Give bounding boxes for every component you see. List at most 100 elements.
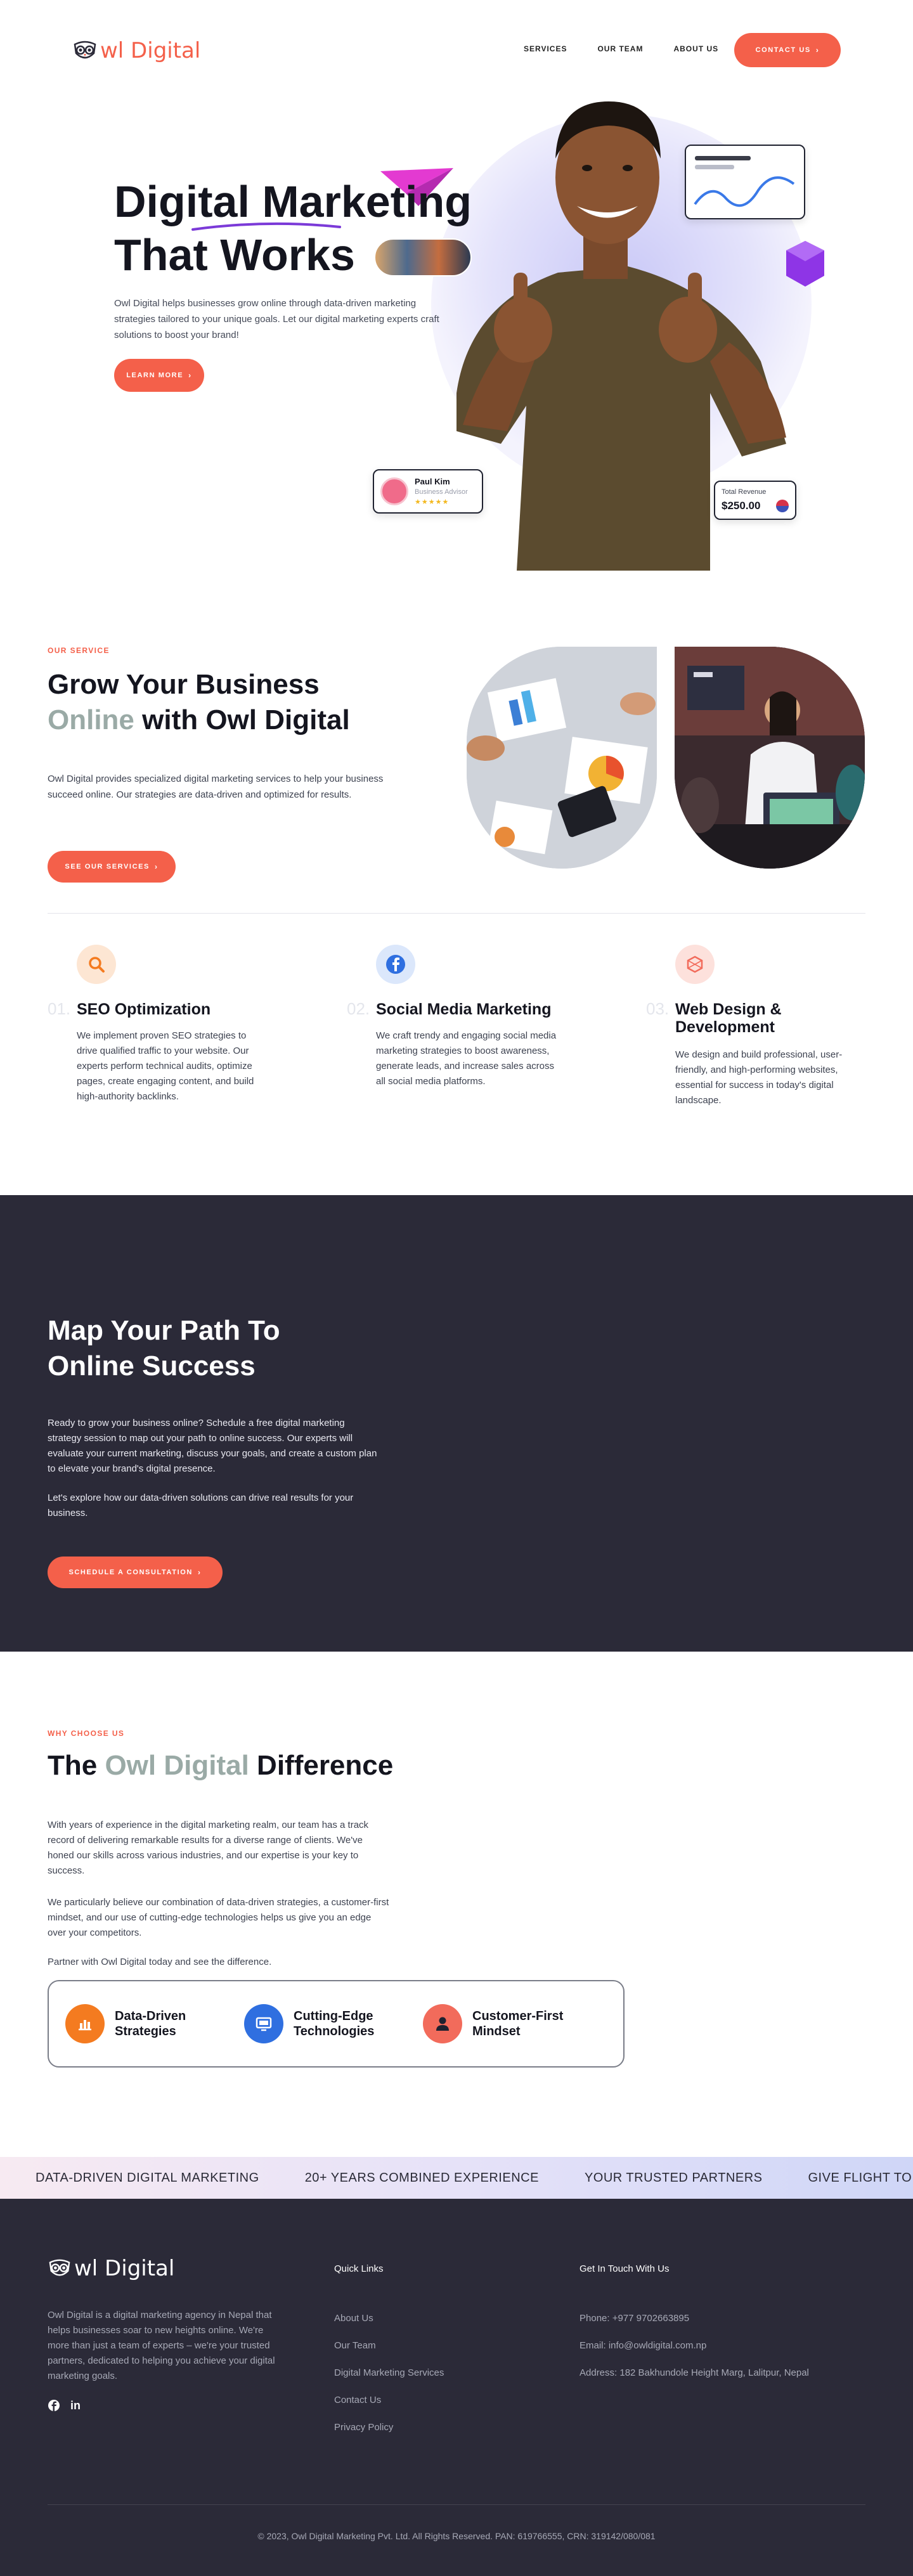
revenue-value: $250.00 <box>722 500 761 512</box>
ticker-item: DATA-DRIVEN DIGITAL MARKETING <box>36 2170 259 2185</box>
feature-label: Cutting-Edge Technologies <box>294 2009 375 2038</box>
footer-link-privacy[interactable]: Privacy Policy <box>334 2422 444 2433</box>
footer-social: in <box>48 2399 81 2412</box>
presentation-photo <box>675 647 865 869</box>
footer-link-services[interactable]: Digital Marketing Services <box>334 2367 444 2378</box>
advisor-role: Business Advisor <box>415 488 468 496</box>
team-photo-pill <box>374 238 472 276</box>
contact-address: Address: 182 Bakhundole Height Marg, Lal… <box>580 2367 809 2378</box>
consultation-title-line1: Map Your Path To <box>48 1315 280 1346</box>
why-paragraph-3: Partner with Owl Digital today and see t… <box>48 1957 272 1967</box>
chevron-right-icon: › <box>188 371 192 380</box>
ticker-item: 20+ YEARS COMBINED EXPERIENCE <box>304 2170 539 2185</box>
footer-link-our-team[interactable]: Our Team <box>334 2340 444 2351</box>
section-divider <box>48 913 865 914</box>
service-number: 01. <box>48 999 71 1018</box>
why-paragraph-1: With years of experience in the digital … <box>48 1820 369 1876</box>
why-title-muted: Owl Digital <box>105 1750 249 1781</box>
consultation-title: Map Your Path To Online Success <box>48 1313 377 1384</box>
contact-title: Get In Touch With Us <box>580 2263 670 2274</box>
services-title-line1: Grow Your Business <box>48 669 320 700</box>
chevron-right-icon: › <box>155 862 159 871</box>
main-nav: SERVICES OUR TEAM ABOUT US <box>524 44 718 53</box>
features-box: Data-Driven Strategies Cutting-Edge Tech… <box>48 1980 625 2068</box>
title-underline-decoration <box>191 222 341 231</box>
learn-more-label: LEARN MORE <box>126 372 184 379</box>
feature-label: Data-Driven Strategies <box>115 2009 186 2038</box>
revenue-card: Total Revenue $250.00 <box>714 481 796 520</box>
user-icon <box>423 2004 462 2043</box>
flag-icon <box>776 500 789 512</box>
quick-links-title: Quick Links <box>334 2263 384 2274</box>
feature-cutting-edge: Cutting-Edge Technologies <box>244 2004 423 2043</box>
site-logo[interactable]: wl Digital <box>72 38 200 63</box>
services-description: Owl Digital provides specialized digital… <box>48 773 384 800</box>
ticker-item: YOUR TRUSTED PARTNERS <box>584 2170 763 2185</box>
nav-item-our-team[interactable]: OUR TEAM <box>597 44 643 53</box>
footer-about: Owl Digital is a digital marketing agenc… <box>48 2310 275 2381</box>
consultation-paragraph-1: Ready to grow your business online? Sche… <box>48 1418 377 1474</box>
why-title-post: Difference <box>249 1750 394 1781</box>
service-card-social[interactable]: 02. Social Media Marketing We craft tren… <box>347 945 600 1087</box>
services-eyebrow: OUR SERVICE <box>48 646 110 655</box>
consultation-paragraph-2: Let's explore how our data-driven soluti… <box>48 1492 354 1518</box>
advisor-profile-card: Paul Kim Business Advisor ★★★★★ <box>373 469 483 514</box>
facebook-icon[interactable] <box>48 2399 60 2412</box>
service-description: We implement proven SEO strategies to dr… <box>77 1030 254 1102</box>
analytics-chart-card <box>685 145 805 219</box>
why-section: WHY CHOOSE US The Owl Digital Difference… <box>0 1652 913 2159</box>
quick-links-list: About Us Our Team Digital Marketing Serv… <box>334 2313 444 2433</box>
consultation-section: Map Your Path To Online Success Ready to… <box>0 1195 913 1652</box>
nav-item-services[interactable]: SERVICES <box>524 44 567 53</box>
footer-logo[interactable]: wl Digital <box>48 2256 174 2281</box>
contact-phone[interactable]: Phone: +977 9702663895 <box>580 2313 809 2324</box>
monitor-icon <box>244 2004 283 2043</box>
service-card-seo[interactable]: 01. SEO Optimization We implement proven… <box>48 945 301 1102</box>
contact-us-button[interactable]: CONTACT US › <box>734 33 841 67</box>
services-section: OUR SERVICE Grow Your Business Online wi… <box>0 640 913 1148</box>
feature-label: Customer-First Mindset <box>472 2009 564 2038</box>
owl-logo-icon <box>74 41 96 59</box>
hero-description: Owl Digital helps businesses grow online… <box>114 298 439 340</box>
service-title: Social Media Marketing <box>376 1000 552 1018</box>
chevron-right-icon: › <box>197 1568 202 1577</box>
facebook-icon <box>376 945 415 984</box>
chevron-right-icon: › <box>815 46 820 55</box>
nav-item-about-us[interactable]: ABOUT US <box>673 44 718 53</box>
copyright-text: © 2023, Owl Digital Marketing Pvt. Ltd. … <box>257 2531 656 2541</box>
service-image-meeting <box>467 647 657 869</box>
rating-stars: ★★★★★ <box>415 498 450 506</box>
linkedin-icon[interactable]: in <box>70 2399 81 2412</box>
service-image-presentation <box>675 647 865 869</box>
why-eyebrow: WHY CHOOSE US <box>48 1729 125 1738</box>
services-title-rest: with Owl Digital <box>134 704 350 735</box>
schedule-consultation-button[interactable]: SCHEDULE A CONSULTATION › <box>48 1557 223 1588</box>
meeting-photo <box>467 647 657 869</box>
services-title-muted: Online <box>48 704 134 735</box>
line-chart-icon <box>694 156 795 207</box>
footer-link-contact[interactable]: Contact Us <box>334 2395 444 2405</box>
contact-us-label: CONTACT US <box>755 46 811 54</box>
ticker-item: GIVE FLIGHT TO YOU <box>808 2170 913 2185</box>
learn-more-button[interactable]: LEARN MORE › <box>114 359 204 392</box>
hero-section: Paul Kim Business Advisor ★★★★★ Total Re… <box>0 63 913 590</box>
feature-customer-first: Customer-First Mindset <box>423 2004 602 2043</box>
contact-list: Phone: +977 9702663895 Email: info@owldi… <box>580 2313 809 2378</box>
search-icon <box>77 945 116 984</box>
owl-logo-icon <box>49 2259 70 2276</box>
footer-link-about-us[interactable]: About Us <box>334 2313 444 2324</box>
feature-data-driven: Data-Driven Strategies <box>65 2004 244 2043</box>
service-description: We design and build professional, user-f… <box>675 1049 843 1106</box>
contact-email[interactable]: Email: info@owldigital.com.np <box>580 2340 809 2351</box>
logo-wordmark: wl Digital <box>100 38 201 63</box>
service-number: 03. <box>646 999 670 1018</box>
consultation-title-line2: Online Success <box>48 1350 256 1382</box>
site-footer: wl Digital Owl Digital is a digital mark… <box>0 2199 913 2576</box>
why-title-pre: The <box>48 1750 105 1781</box>
bar-chart-icon <box>65 2004 105 2043</box>
why-title: The Owl Digital Difference <box>48 1748 555 1783</box>
see-our-services-button[interactable]: SEE OUR SERVICES › <box>48 851 176 883</box>
service-card-web[interactable]: 03. Web Design & Development We design a… <box>646 945 900 1106</box>
avatar <box>380 477 408 505</box>
advisor-name: Paul Kim <box>415 477 450 486</box>
